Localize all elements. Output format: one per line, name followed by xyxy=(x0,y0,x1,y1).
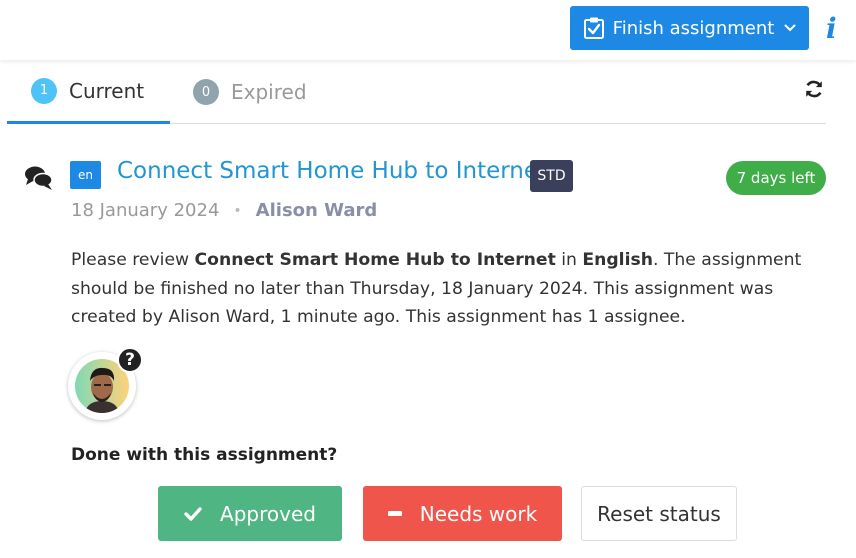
info-icon[interactable]: i xyxy=(826,12,837,45)
chevron-down-icon xyxy=(784,24,796,32)
check-icon xyxy=(184,506,202,521)
comments-icon[interactable] xyxy=(24,165,54,191)
approved-button[interactable]: Approved xyxy=(158,486,342,541)
question-status-icon: ? xyxy=(117,347,143,373)
desc-text: in xyxy=(555,250,583,270)
desc-language: English xyxy=(582,250,653,270)
separator-dot: • xyxy=(233,202,242,219)
tab-expired-label: Expired xyxy=(231,80,307,104)
assignment-meta: 18 January 2024 • Alison Ward xyxy=(71,200,377,221)
approved-label: Approved xyxy=(220,501,316,526)
tab-current-count: 1 xyxy=(31,77,57,104)
top-bar: Finish assignment i xyxy=(0,0,856,60)
desc-title: Connect Smart Home Hub to Internet xyxy=(194,250,556,270)
reset-status-label: Reset status xyxy=(597,501,721,526)
assignment-date: 18 January 2024 xyxy=(71,200,220,221)
type-badge: STD xyxy=(530,160,573,192)
tab-expired[interactable]: 0 Expired xyxy=(193,60,307,124)
finish-assignment-button[interactable]: Finish assignment xyxy=(570,6,809,50)
tab-expired-count: 0 xyxy=(193,79,219,105)
done-prompt: Done with this assignment? xyxy=(71,445,338,465)
assignment-description: Please review Connect Smart Home Hub to … xyxy=(71,246,831,332)
tab-current[interactable]: 1 Current xyxy=(7,60,170,124)
clipboard-check-icon xyxy=(583,17,604,39)
needs-work-button[interactable]: Needs work xyxy=(363,486,562,541)
assignment-title-link[interactable]: Connect Smart Home Hub to Internet xyxy=(117,158,547,184)
reset-status-button[interactable]: Reset status xyxy=(581,486,737,541)
minus-icon xyxy=(387,511,402,516)
needs-work-label: Needs work xyxy=(419,501,538,526)
refresh-icon[interactable] xyxy=(803,78,825,100)
author-link[interactable]: Alison Ward xyxy=(256,200,378,221)
assignment-tabs: 1 Current 0 Expired xyxy=(7,60,826,124)
tab-current-label: Current xyxy=(69,78,145,103)
desc-text: Please review xyxy=(71,250,195,270)
finish-assignment-label: Finish assignment xyxy=(612,17,775,39)
days-left-badge: 7 days left xyxy=(726,161,826,195)
language-badge: en xyxy=(70,161,101,189)
